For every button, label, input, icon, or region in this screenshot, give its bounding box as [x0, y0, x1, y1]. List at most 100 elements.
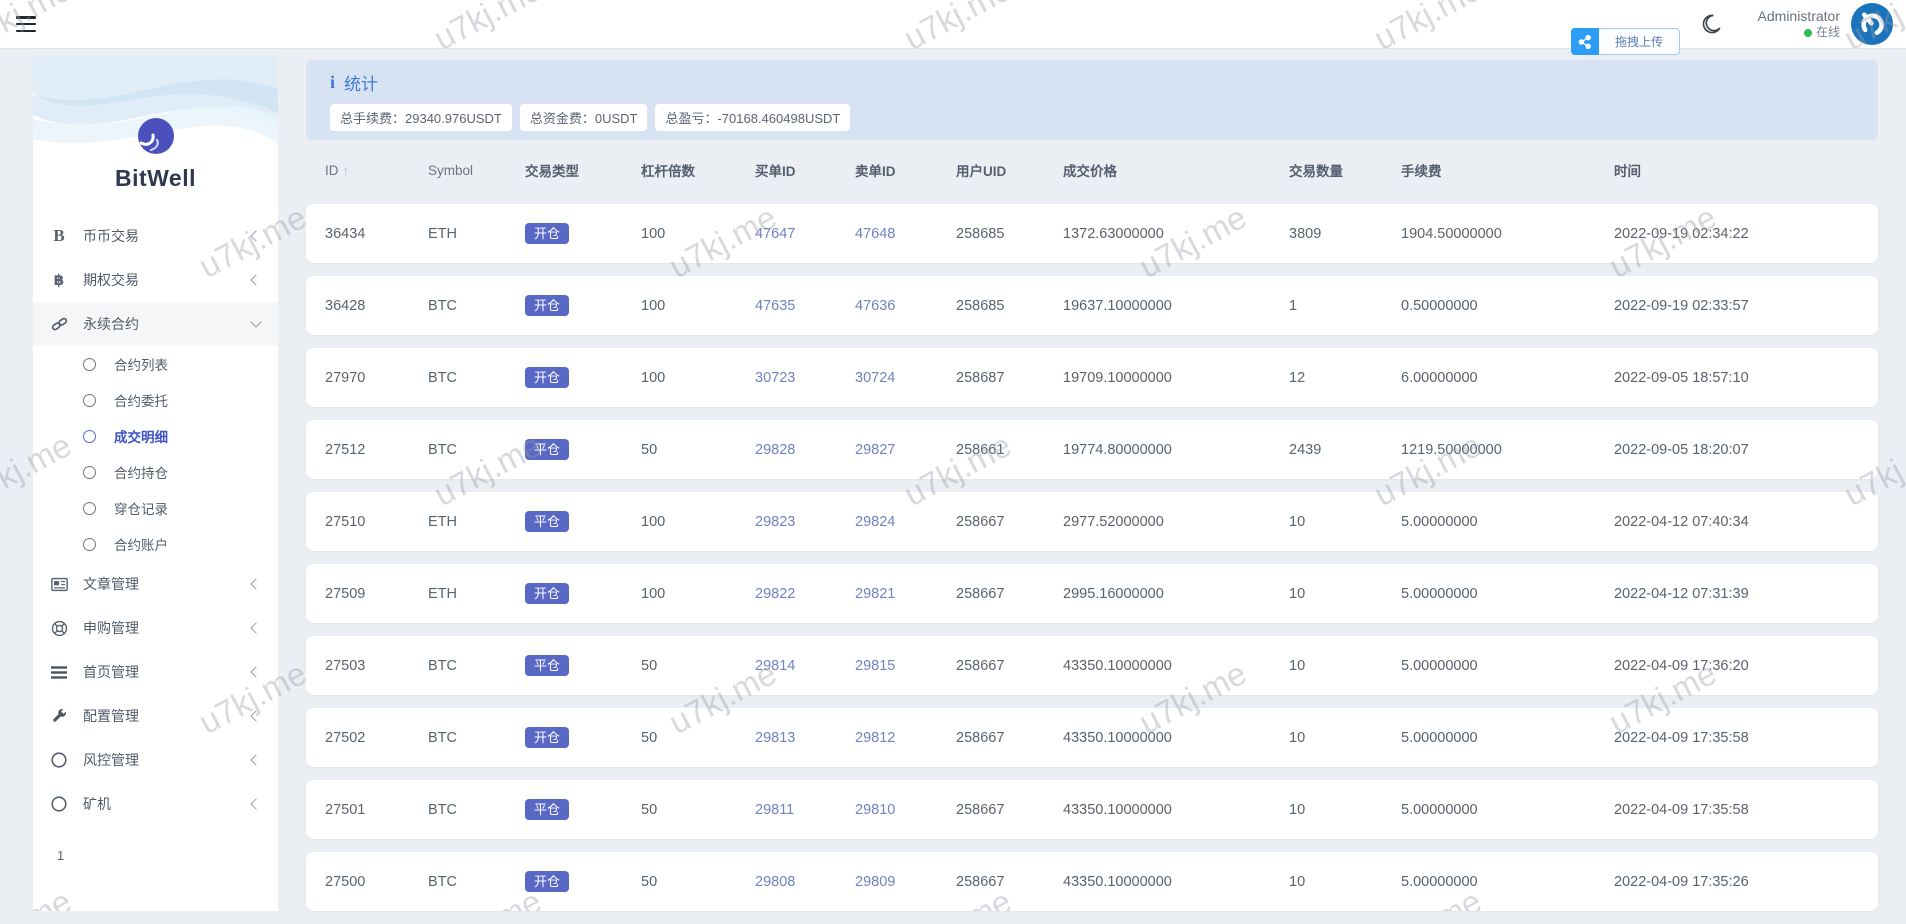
- cell-buy-id[interactable]: 29813: [755, 730, 855, 746]
- cell-sell-id[interactable]: 29810: [855, 802, 956, 818]
- table-row: 27510 ETH 平仓 100 29823 29824 258667 2977…: [306, 492, 1878, 551]
- cell-symbol: ETH: [428, 514, 525, 530]
- cell-leverage: 50: [641, 874, 755, 890]
- cell-buy-id[interactable]: 47635: [755, 298, 855, 314]
- cell-id: 27970: [325, 370, 428, 386]
- cell-trade-type: 开仓: [525, 583, 641, 604]
- column-header-8[interactable]: 交易数量: [1289, 160, 1401, 180]
- cell-sell-id[interactable]: 47648: [855, 226, 956, 242]
- chevron-left-icon: [250, 754, 261, 765]
- cell-sell-id[interactable]: 29821: [855, 586, 956, 602]
- sidebar-item-label: 配置管理: [83, 706, 139, 726]
- cell-amount: 10: [1289, 730, 1401, 746]
- sidebar-item-1[interactable]: ฿期权交易: [33, 258, 278, 302]
- circle-bullet-icon: [83, 466, 96, 479]
- sidebar-subitem-2-3[interactable]: 合约持仓: [33, 454, 278, 490]
- cell-trade-type: 开仓: [525, 295, 641, 316]
- cell-buy-id[interactable]: 29811: [755, 802, 855, 818]
- cell-trade-type: 平仓: [525, 439, 641, 460]
- column-header-2[interactable]: 交易类型: [525, 160, 641, 180]
- sidebar-subitem-2-1[interactable]: 合约委托: [33, 382, 278, 418]
- sidebar-item-3[interactable]: 文章管理: [33, 562, 278, 606]
- sidebar-subitem-2-5[interactable]: 合约账户: [33, 526, 278, 562]
- sidebar-item-6[interactable]: 配置管理: [33, 694, 278, 738]
- column-header-7[interactable]: 成交价格: [1063, 160, 1289, 180]
- sidebar-subitem-label: 合约列表: [114, 354, 168, 374]
- table-header: ID↑Symbol交易类型杠杆倍数买单ID卖单ID用户UID成交价格交易数量手续…: [306, 152, 1878, 188]
- sidebar-item-4[interactable]: 申购管理: [33, 606, 278, 650]
- cell-buy-id[interactable]: 29814: [755, 658, 855, 674]
- cell-sell-id[interactable]: 29809: [855, 874, 956, 890]
- sidebar-item-5[interactable]: 首页管理: [33, 650, 278, 694]
- trade-type-badge: 开仓: [525, 295, 569, 316]
- cell-buy-id[interactable]: 29828: [755, 442, 855, 458]
- user-status: 在线: [1758, 25, 1840, 40]
- cell-buy-id[interactable]: 29822: [755, 586, 855, 602]
- sidebar-item-8[interactable]: 矿机: [33, 782, 278, 826]
- stats-title-row: i 统计: [330, 70, 1854, 95]
- column-header-3[interactable]: 杠杆倍数: [641, 160, 755, 180]
- cell-sell-id[interactable]: 47636: [855, 298, 956, 314]
- share-nodes-icon: [1571, 28, 1599, 55]
- column-header-9[interactable]: 手续费: [1401, 160, 1614, 180]
- cell-trade-type: 平仓: [525, 799, 641, 820]
- chevron-down-icon: [250, 316, 261, 327]
- column-header-4[interactable]: 买单ID: [755, 160, 855, 180]
- power-avatar-icon[interactable]: [1850, 2, 1894, 46]
- trade-type-badge: 平仓: [525, 655, 569, 676]
- column-header-5[interactable]: 卖单ID: [855, 160, 956, 180]
- cell-sell-id[interactable]: 29815: [855, 658, 956, 674]
- chevron-left-icon: [250, 666, 261, 677]
- cell-leverage: 50: [641, 730, 755, 746]
- cell-buy-id[interactable]: 30723: [755, 370, 855, 386]
- sidebar-item-label: 申购管理: [83, 618, 139, 638]
- cell-amount: 10: [1289, 874, 1401, 890]
- sidebar-item-2[interactable]: 永续合约: [33, 302, 278, 346]
- table-row: 27509 ETH 开仓 100 29822 29821 258667 2995…: [306, 564, 1878, 623]
- drag-upload-button[interactable]: 拖拽上传: [1599, 28, 1680, 55]
- cell-buy-id[interactable]: 29823: [755, 514, 855, 530]
- trade-type-badge: 开仓: [525, 223, 569, 244]
- cell-leverage: 100: [641, 226, 755, 242]
- sidebar-item-7[interactable]: 风控管理: [33, 738, 278, 782]
- cell-symbol: ETH: [428, 586, 525, 602]
- sidebar-item-0[interactable]: B币币交易: [33, 214, 278, 258]
- column-header-10[interactable]: 时间: [1614, 160, 1878, 180]
- cell-fee: 5.00000000: [1401, 802, 1614, 818]
- cell-buy-id[interactable]: 29808: [755, 874, 855, 890]
- cell-sell-id[interactable]: 29812: [855, 730, 956, 746]
- stat-badge-0: 总手续费：29340.976USDT: [330, 104, 512, 131]
- cell-symbol: BTC: [428, 730, 525, 746]
- moon-icon[interactable]: [1700, 13, 1722, 35]
- sidebar-pagination[interactable]: 1: [57, 848, 278, 863]
- cell-buy-id[interactable]: 47647: [755, 226, 855, 242]
- table-row: 36434 ETH 开仓 100 47647 47648 258685 1372…: [306, 204, 1878, 263]
- chevron-left-icon: [250, 622, 261, 633]
- drag-upload-widget[interactable]: 拖拽上传: [1571, 28, 1680, 55]
- column-header-0[interactable]: ID↑: [325, 163, 428, 178]
- sidebar-item-label: 文章管理: [83, 574, 139, 594]
- column-header-1[interactable]: Symbol: [428, 163, 525, 178]
- cell-time: 2022-04-09 17:36:20: [1614, 658, 1878, 674]
- sidebar-subitem-2-0[interactable]: 合约列表: [33, 346, 278, 382]
- cell-sell-id[interactable]: 29824: [855, 514, 956, 530]
- sidebar-subitem-2-2[interactable]: 成交明细: [33, 418, 278, 454]
- hamburger-menu-icon[interactable]: [16, 16, 36, 32]
- sidebar-subitem-2-4[interactable]: 穿仓记录: [33, 490, 278, 526]
- cell-amount: 10: [1289, 514, 1401, 530]
- sidebar-menu: B币币交易฿期权交易永续合约合约列表合约委托成交明细合约持仓穿仓记录合约账户文章…: [33, 214, 278, 826]
- cell-uid: 258667: [956, 658, 1063, 674]
- cell-sell-id[interactable]: 29827: [855, 442, 956, 458]
- cell-time: 2022-04-09 17:35:58: [1614, 802, 1878, 818]
- cell-price: 2977.52000000: [1063, 514, 1289, 530]
- cell-sell-id[interactable]: 30724: [855, 370, 956, 386]
- trade-type-badge: 平仓: [525, 439, 569, 460]
- cell-uid: 258667: [956, 586, 1063, 602]
- trade-type-badge: 开仓: [525, 727, 569, 748]
- sidebar-subitem-label: 成交明细: [114, 426, 168, 446]
- cell-uid: 258667: [956, 874, 1063, 890]
- column-header-6[interactable]: 用户UID: [956, 160, 1063, 180]
- cell-fee: 0.50000000: [1401, 298, 1614, 314]
- cell-fee: 5.00000000: [1401, 586, 1614, 602]
- brand-block: BitWell: [33, 55, 278, 192]
